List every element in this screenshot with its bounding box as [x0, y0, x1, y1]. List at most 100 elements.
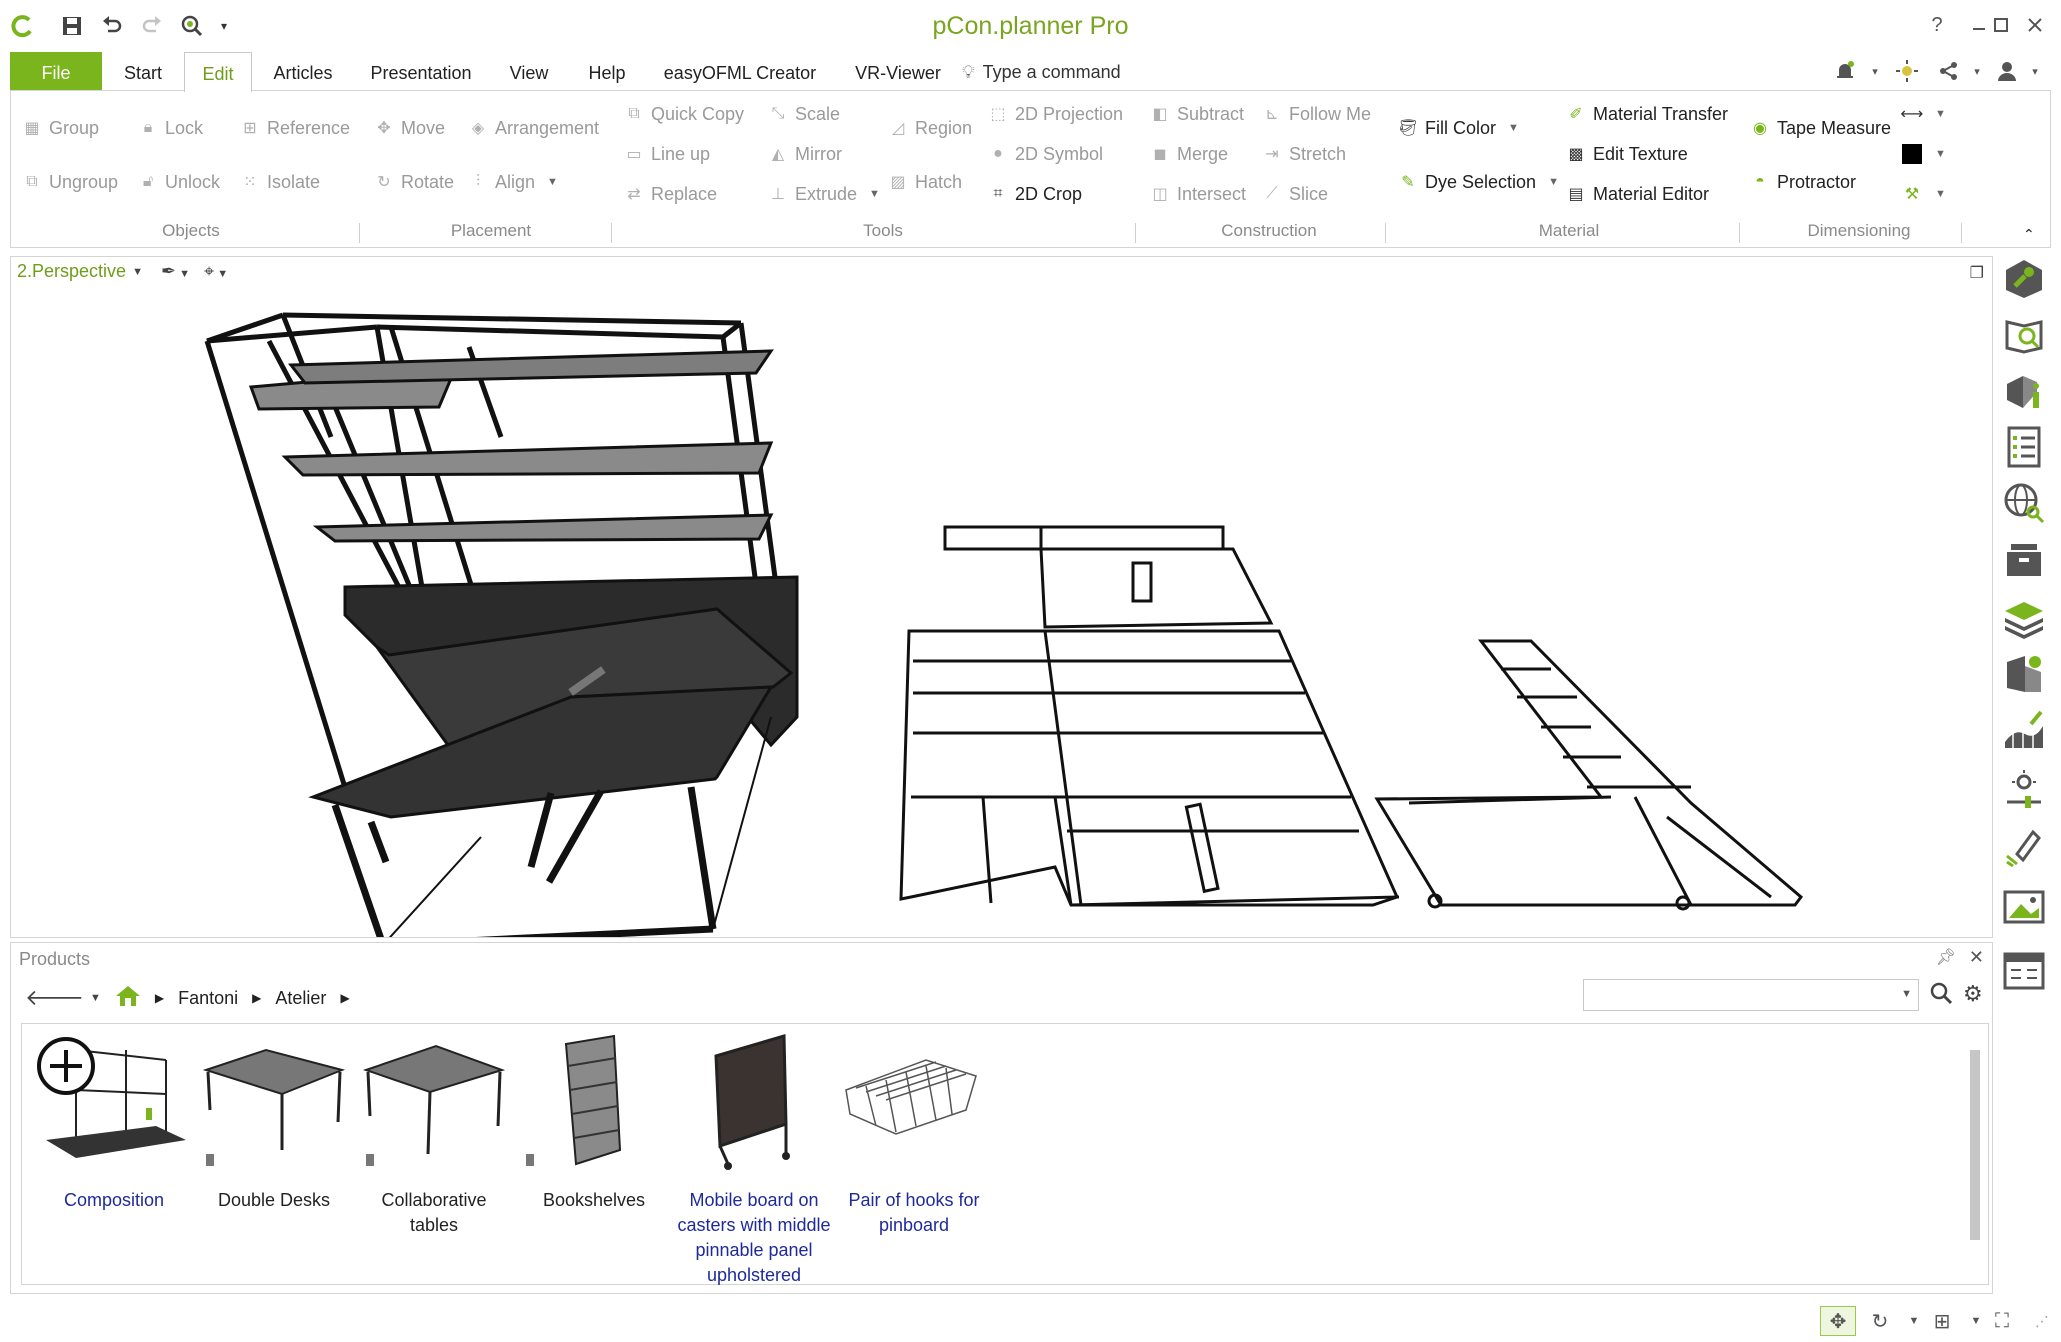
replace-button[interactable]: ⇄ Replace — [623, 179, 717, 209]
back-arrow-icon[interactable]: 🡐 — [25, 985, 84, 1011]
extrude-button[interactable]: ⊥ Extrude ▼ — [767, 179, 880, 209]
scrollbar-thumb[interactable] — [1970, 1050, 1980, 1240]
layers-icon[interactable] — [2001, 596, 2047, 642]
restore-viewport-icon[interactable]: ❐ — [1970, 263, 1984, 283]
command-input[interactable]: 💡︎ Type a command — [962, 52, 1121, 90]
split-view-icon[interactable]: ⊞ — [1924, 1306, 1960, 1336]
dimension-color-button[interactable]: ▼ — [1901, 139, 1946, 169]
product-label[interactable]: Pair of hooks for pinboard — [836, 1188, 992, 1238]
scale-button[interactable]: ⤡ Scale — [767, 99, 840, 129]
archive-box-icon[interactable] — [2001, 536, 2047, 582]
material-transfer-button[interactable]: ✐ Material Transfer — [1565, 99, 1728, 129]
tab-view[interactable]: View — [502, 52, 556, 90]
product-label[interactable]: Composition — [36, 1188, 192, 1213]
fill-color-button[interactable]: 🪣︎ Fill Color ▼ — [1397, 113, 1519, 143]
3d-viewport[interactable]: 2.Perspective ▼ ✒︎ ▼ ⌖ ▼ ❐ — [10, 256, 1993, 938]
article-info-icon[interactable] — [2001, 368, 2047, 414]
dye-selection-button[interactable]: ✎ Dye Selection ▼ — [1397, 167, 1559, 197]
tab-presentation[interactable]: Presentation — [362, 52, 480, 90]
maximize-icon[interactable] — [1982, 10, 2020, 40]
fill-color-dropdown-icon[interactable]: ▼ — [1508, 122, 1519, 134]
product-item[interactable]: Bookshelves — [516, 1030, 672, 1213]
ungroup-button[interactable]: ⧉ Ungroup — [21, 167, 118, 197]
tab-articles[interactable]: Articles — [262, 52, 344, 90]
search-history-dropdown-icon[interactable]: ▼ — [1901, 988, 1912, 1000]
group-button[interactable]: ▦ Group — [21, 113, 99, 143]
dimension-style-dropdown-icon[interactable]: ▼ — [1935, 108, 1946, 120]
dimension-style-button[interactable]: ⟷ ▼ — [1901, 99, 1946, 129]
hatch-button[interactable]: ▨ Hatch — [887, 167, 962, 197]
material-editor-button[interactable]: ▤ Material Editor — [1565, 179, 1709, 209]
region-button[interactable]: ◿ Region — [887, 113, 972, 143]
align-button[interactable]: ⫶ Align ▼ — [467, 167, 558, 197]
layout-view-icon[interactable] — [2001, 948, 2047, 994]
mirror-button[interactable]: ◭ Mirror — [767, 139, 842, 169]
notification-dropdown-icon[interactable]: ▾ — [1860, 56, 1890, 86]
intersect-button[interactable]: ◫ Intersect — [1149, 179, 1246, 209]
tab-easyofml-creator[interactable]: easyOFML Creator — [660, 52, 820, 90]
align-dropdown-icon[interactable]: ▼ — [547, 176, 558, 188]
product-label[interactable]: Collaborative tables — [356, 1188, 512, 1238]
product-label[interactable]: Mobile board on casters with middle pinn… — [676, 1188, 832, 1288]
view-dropdown-icon[interactable]: ▼ — [132, 266, 143, 278]
drawing-pen-icon[interactable] — [2001, 824, 2047, 870]
protractor-button[interactable]: ◓ Protractor — [1749, 167, 1856, 197]
help-button[interactable]: ? — [1918, 10, 1956, 40]
breadcrumb-item-fantoni[interactable]: Fantoni — [178, 988, 238, 1009]
snap-settings-icon[interactable]: ⌖ ▼ — [204, 261, 228, 282]
product-item[interactable]: Composition — [36, 1030, 192, 1213]
2d-projection-button[interactable]: ⬚ 2D Projection — [987, 99, 1123, 129]
breadcrumb-separator-icon[interactable]: ▶ — [340, 991, 349, 1005]
image-icon[interactable] — [2001, 884, 2047, 930]
reference-button[interactable]: ⊞ Reference — [239, 113, 350, 143]
lock-button[interactable]: 🔒︎ Lock — [137, 113, 203, 143]
tab-vr-viewer[interactable]: VR-Viewer — [846, 52, 950, 90]
terrain-edit-icon[interactable] — [2001, 706, 2047, 752]
unlock-button[interactable]: 🔓︎ Unlock — [137, 167, 220, 197]
breadcrumb-item-atelier[interactable]: Atelier — [275, 988, 326, 1009]
product-label[interactable]: Double Desks — [196, 1188, 352, 1213]
wrench-settings-icon[interactable] — [2001, 256, 2047, 302]
extrude-dropdown-icon[interactable]: ▼ — [869, 188, 880, 200]
arrangement-button[interactable]: ◈ Arrangement — [467, 113, 599, 143]
tab-edit[interactable]: Edit — [184, 52, 252, 92]
plan-drawing-desk[interactable] — [899, 525, 1400, 907]
product-item[interactable]: Collaborative tables — [356, 1030, 512, 1238]
notification-bell-icon[interactable] — [1830, 56, 1860, 86]
product-label[interactable]: Bookshelves — [516, 1188, 672, 1213]
product-item[interactable]: Pair of hooks for pinboard — [836, 1030, 992, 1238]
web-search-icon[interactable] — [2001, 480, 2047, 526]
dimension-tools-button[interactable]: ⚒ ▼ — [1901, 179, 1946, 209]
fullscreen-icon[interactable]: ⛶ — [1984, 1306, 2020, 1336]
view-selector[interactable]: 2.Perspective ▼ — [17, 261, 143, 282]
user-dropdown-icon[interactable]: ▾ — [2020, 56, 2050, 86]
product-item[interactable]: Mobile board on casters with middle pinn… — [676, 1030, 832, 1288]
light-theme-icon[interactable] — [1892, 56, 1922, 86]
dimension-color-dropdown-icon[interactable]: ▼ — [1935, 148, 1946, 160]
history-dropdown-icon[interactable]: ▼ — [90, 992, 101, 1004]
product-grid-scrollbar[interactable] — [1968, 1030, 1982, 1280]
stretch-button[interactable]: ⇥ Stretch — [1261, 139, 1346, 169]
gear-icon[interactable]: ⚙ — [1963, 981, 1983, 1007]
pin-icon[interactable]: 📌︎ — [1936, 947, 1956, 967]
user-account-icon[interactable] — [1992, 56, 2022, 86]
close-panel-icon[interactable]: ✕ — [1969, 947, 1984, 968]
line-up-button[interactable]: ▭ Line up — [623, 139, 710, 169]
quick-copy-button[interactable]: ⧉ Quick Copy — [623, 99, 744, 129]
edit-texture-button[interactable]: ▩ Edit Texture — [1565, 139, 1687, 169]
tab-file[interactable]: File — [10, 52, 102, 90]
orbit-icon[interactable]: ↻ — [1862, 1306, 1898, 1336]
plan-drawing-desk-side[interactable] — [1374, 639, 1804, 911]
share-dropdown-icon[interactable]: ▾ — [1962, 56, 1992, 86]
product-item[interactable]: Double Desks — [196, 1030, 352, 1213]
light-settings-icon[interactable] — [2001, 768, 2047, 814]
collapse-ribbon-icon[interactable]: ⌃ — [2023, 219, 2035, 249]
follow-me-button[interactable]: ⊾ Follow Me — [1261, 99, 1371, 129]
dye-selection-dropdown-icon[interactable]: ▼ — [1548, 176, 1559, 188]
move-button[interactable]: ✥ Move — [373, 113, 445, 143]
product-search-input[interactable]: ▼ — [1583, 979, 1919, 1011]
material-settings-icon[interactable] — [2001, 650, 2047, 696]
isolate-button[interactable]: ⁙ Isolate — [239, 167, 320, 197]
tape-measure-button[interactable]: ◉ Tape Measure — [1749, 113, 1891, 143]
render-style-icon[interactable]: ✒︎ ▼ — [161, 261, 190, 282]
